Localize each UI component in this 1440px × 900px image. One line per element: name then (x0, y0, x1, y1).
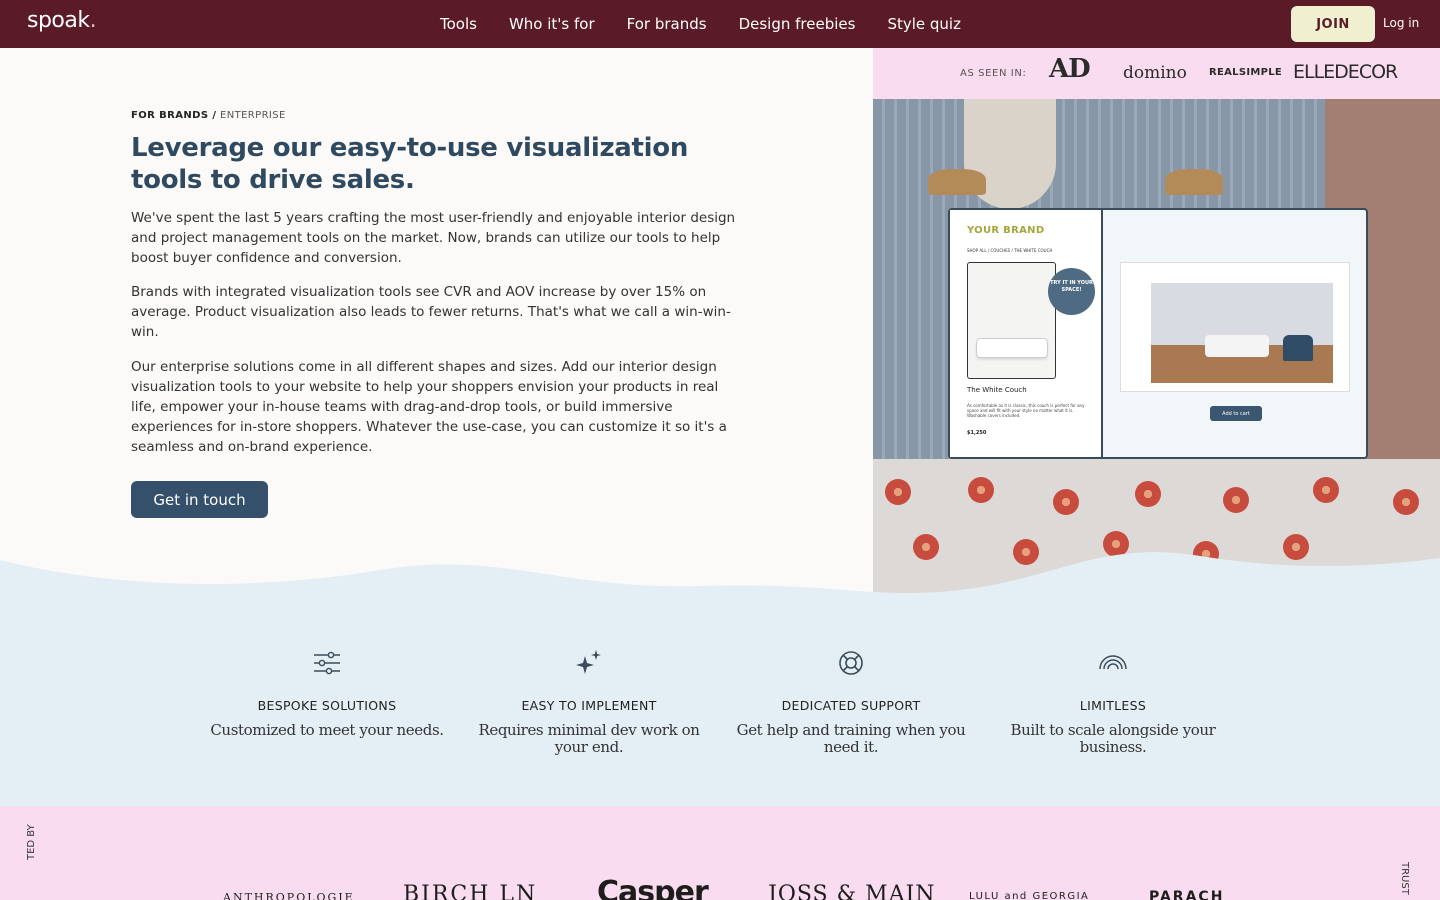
floor-flower (885, 479, 911, 505)
ad-logo: AD (1049, 54, 1091, 84)
add-to-cart-button[interactable]: Add to cart (1210, 406, 1262, 421)
kiosk-screen: YOUR BRAND SHOP ALL / COUCHES / THE WHIT… (948, 208, 1368, 459)
feature-description: Customized to meet your needs. (210, 721, 444, 739)
nav-link-who-its-for[interactable]: Who it's for (509, 15, 595, 33)
page-headline: Leverage our easy-to-use visualization t… (131, 133, 689, 195)
realsimple-logo: REALSIMPLE (1209, 67, 1283, 78)
joss-and-main-logo: JOSS & MAIN (768, 882, 936, 900)
feature-title: LIMITLESS (1079, 698, 1147, 713)
parachute-logo: PARACH (1149, 889, 1225, 900)
mock-breadcrumb: SHOP ALL / COUCHES / THE WHITE COUCH (967, 248, 1053, 253)
top-nav: spoak. Tools Who it's for For brands Des… (0, 0, 1440, 48)
try-it-badge[interactable]: TRY IT IN YOUR SPACE! (1048, 268, 1095, 315)
floor-flower (1393, 489, 1419, 515)
solutions-paragraph: Our enterprise solutions come in all dif… (131, 359, 727, 455)
nav-link-tools[interactable]: Tools (440, 15, 477, 33)
stats-paragraph: Brands with integrated visualization too… (131, 284, 731, 340)
lifebuoy-icon (839, 651, 863, 675)
product-price: $1,250 (967, 430, 987, 436)
get-in-touch-button[interactable]: Get in touch (131, 481, 268, 518)
room-sofa (1205, 335, 1269, 357)
feature-description: Built to scale alongside your business. (1010, 721, 1216, 756)
floor-flower (1053, 489, 1079, 515)
feature-title: DEDICATED SUPPORT (781, 698, 921, 713)
floor-flower (968, 477, 994, 503)
white-couch (976, 338, 1048, 358)
feature-limitless: LIMITLESS Built to scale alongside your … (993, 648, 1233, 756)
trusted-by-label-left: TED BY (26, 824, 37, 860)
birch-lane-logo: BIRCH LN (403, 882, 538, 900)
rainbow-icon (1099, 655, 1127, 670)
product-description: As comfortable as it is classic, this co… (967, 403, 1085, 418)
login-link[interactable]: Log in (1383, 16, 1419, 30)
sliders-icon (314, 651, 340, 675)
wave-divider (0, 552, 1440, 610)
feature-title: BESPOKE SOLUTIONS (257, 698, 397, 713)
feature-bespoke: BESPOKE SOLUTIONS Customized to meet you… (207, 648, 447, 739)
nav-link-design-freebies[interactable]: Design freebies (739, 15, 856, 33)
nav-links: Tools Who it's for For brands Design fre… (440, 0, 961, 48)
elledecor-logo: ELLEDECOR (1293, 61, 1398, 83)
room-render (1151, 283, 1333, 383)
as-seen-in-label: AS SEEN IN: (960, 68, 1027, 79)
nav-link-for-brands[interactable]: For brands (627, 15, 707, 33)
product-name: The White Couch (967, 386, 1027, 394)
floor-flower (1313, 477, 1339, 503)
breadcrumb-for-brands[interactable]: FOR BRANDS / (131, 110, 216, 121)
product-image (967, 262, 1056, 379)
room-chair (1283, 335, 1313, 361)
trusted-by-label-right: TRUST (1399, 862, 1410, 895)
wall-sconce (928, 169, 986, 195)
feature-easy: EASY TO IMPLEMENT Requires minimal dev w… (469, 648, 709, 756)
anthropologie-logo: ANTHROPOLOGIE (223, 891, 355, 900)
visualizer-window (1120, 262, 1350, 392)
feature-title: EASY TO IMPLEMENT (521, 698, 657, 713)
wall-sconce (1165, 169, 1223, 195)
floor-flower (1223, 487, 1249, 513)
brand-label: YOUR BRAND (967, 225, 1045, 236)
casper-logo: Casper (597, 875, 709, 900)
feature-description: Requires minimal dev work on your end. (478, 721, 700, 756)
feature-support: DEDICATED SUPPORT Get help and training … (731, 648, 971, 756)
join-button[interactable]: JOIN (1291, 6, 1375, 42)
intro-paragraph: We've spent the last 5 years crafting th… (131, 210, 736, 266)
nav-link-style-quiz[interactable]: Style quiz (887, 15, 961, 33)
floor-flower (1135, 481, 1161, 507)
trusted-by-section (0, 806, 1440, 900)
lulu-and-georgia-logo: LULU and GEORGIA (969, 891, 1090, 900)
sparkles-icon (576, 650, 601, 674)
as-seen-in-bar: AS SEEN IN: AD domino REALSIMPLE ELLEDEC… (873, 48, 1440, 99)
spoak-logo[interactable]: spoak. (27, 8, 97, 33)
breadcrumb: FOR BRANDS / ENTERPRISE (131, 110, 286, 121)
hero-image: YOUR BRAND SHOP ALL / COUCHES / THE WHIT… (873, 99, 1440, 599)
breadcrumb-enterprise: ENTERPRISE (219, 110, 286, 121)
feature-description: Get help and training when you need it. (736, 721, 966, 756)
product-page-mock: YOUR BRAND SHOP ALL / COUCHES / THE WHIT… (950, 210, 1103, 457)
domino-logo: domino (1123, 63, 1187, 83)
